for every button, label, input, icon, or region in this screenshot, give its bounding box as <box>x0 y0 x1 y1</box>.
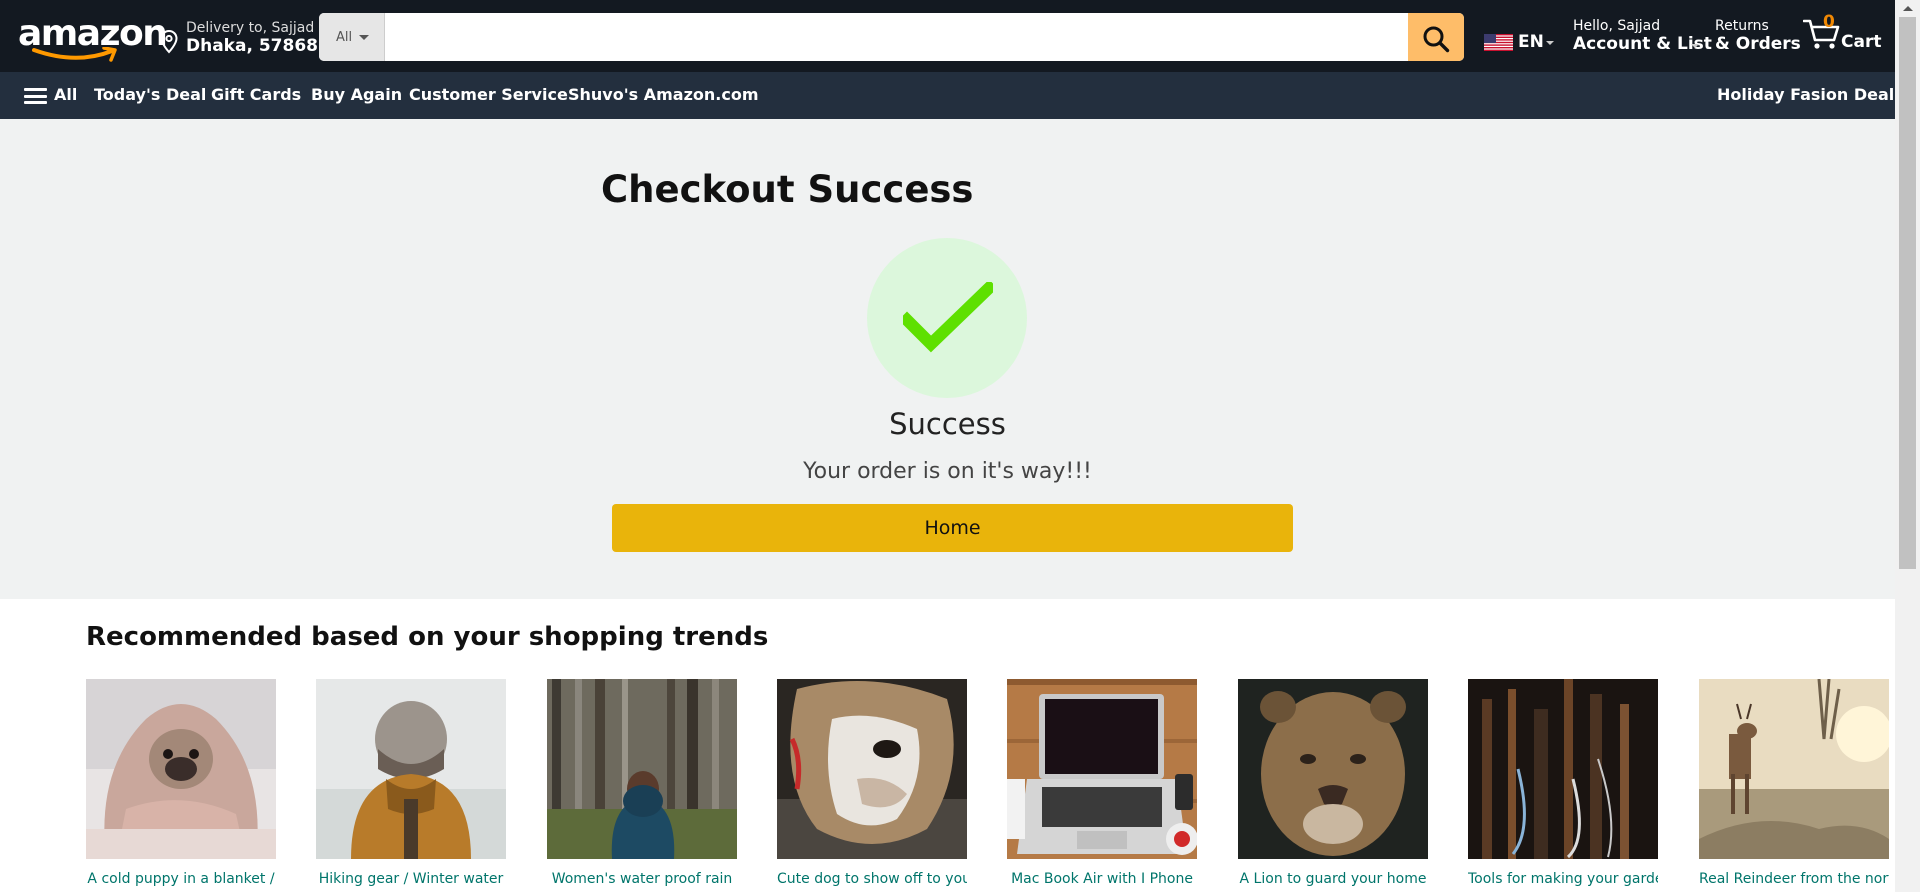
product-card[interactable]: Hiking gear / Winter water <box>316 679 506 887</box>
us-flag-icon <box>1484 34 1513 51</box>
delivery-label: Delivery to, Sajjad <box>186 20 315 36</box>
nav-link-buy-again[interactable]: Buy Again <box>311 85 402 104</box>
product-card[interactable]: Cute dog to show off to your <box>777 679 967 887</box>
product-image-laptop-on-desk[interactable] <box>1007 679 1197 859</box>
all-menu-label: All <box>54 85 78 104</box>
product-card[interactable]: Women's water proof rain <box>547 679 737 887</box>
nav-link-holiday-deals[interactable]: Holiday Fasion Deals <box>1717 85 1904 104</box>
language-code: EN <box>1518 32 1544 52</box>
product-caption[interactable]: Mac Book Air with I Phone <box>1007 871 1197 887</box>
nav-link-customer-service[interactable]: Customer Service <box>409 85 568 104</box>
page-title: Checkout Success <box>601 168 974 211</box>
product-caption[interactable]: Hiking gear / Winter water <box>316 871 506 887</box>
search-bar: All <box>319 13 1464 61</box>
checkout-success-section: Checkout Success Success Your order is o… <box>0 119 1895 599</box>
scroll-up-arrow-icon[interactable] <box>1895 0 1920 17</box>
search-category-select[interactable]: All <box>319 13 385 61</box>
product-caption[interactable]: Cute dog to show off to your <box>777 871 967 887</box>
account-greeting: Hello, Sajjad <box>1573 18 1661 34</box>
chevron-down-icon <box>1691 44 1699 48</box>
top-navbar: amazon Delivery to, Sajjad Dhaka, 57868 … <box>0 0 1895 72</box>
chevron-down-icon <box>1546 41 1554 45</box>
product-caption[interactable]: Real Reindeer from the north <box>1699 871 1889 887</box>
cart-icon <box>1803 19 1840 49</box>
cart-label: Cart <box>1841 32 1882 52</box>
product-card[interactable]: Mac Book Air with I Phone <box>1007 679 1197 887</box>
returns-label: Returns <box>1715 18 1769 34</box>
scrollbar-thumb[interactable] <box>1899 17 1916 569</box>
nav-link-todays-deal[interactable]: Today's Deal <box>94 85 206 104</box>
amazon-logo[interactable]: amazon <box>18 15 168 63</box>
secondary-navbar: All Today's Deal Gift Cards Buy Again Cu… <box>0 72 1904 119</box>
chevron-down-icon <box>359 35 369 40</box>
product-card[interactable]: Real Reindeer from the north <box>1699 679 1889 887</box>
checkmark-icon <box>903 282 993 353</box>
product-image-woman-in-forest[interactable] <box>547 679 737 859</box>
product-image-bulldog[interactable] <box>777 679 967 859</box>
cart-button[interactable]: 0 Cart <box>1803 12 1883 58</box>
returns-orders-link[interactable]: Returns & Orders <box>1715 18 1801 54</box>
recommended-section: Recommended based on your shopping trend… <box>0 599 1895 892</box>
product-card[interactable]: A cold puppy in a blanket / <box>86 679 276 887</box>
success-message: Your order is on it's way!!! <box>803 459 1092 484</box>
product-card[interactable]: A Lion to guard your home <box>1238 679 1428 887</box>
search-category-label: All <box>336 30 353 45</box>
product-image-garden-tools[interactable] <box>1468 679 1658 859</box>
success-heading: Success <box>889 407 1006 441</box>
search-button[interactable] <box>1408 13 1464 61</box>
product-image-person-in-beanie[interactable] <box>316 679 506 859</box>
delivery-address: Dhaka, 57868 <box>186 36 318 56</box>
smile-arrow-icon <box>32 47 117 62</box>
product-caption[interactable]: A cold puppy in a blanket / <box>86 871 276 887</box>
nav-link-shuvos-amazon[interactable]: Shuvo's Amazon.com <box>568 85 759 104</box>
product-image-deer-in-field[interactable] <box>1699 679 1889 859</box>
product-caption[interactable]: Women's water proof rain <box>547 871 737 887</box>
product-caption[interactable]: Tools for making your garden <box>1468 871 1658 887</box>
search-icon <box>1423 26 1450 53</box>
location-pin-icon <box>160 30 178 54</box>
hamburger-menu-icon <box>24 88 47 104</box>
success-badge <box>867 238 1027 398</box>
orders-label: & Orders <box>1715 34 1801 54</box>
cart-count: 0 <box>1823 12 1835 32</box>
home-button[interactable]: Home <box>612 504 1293 552</box>
page-scrollbar[interactable] <box>1895 0 1920 892</box>
product-image-lioness[interactable] <box>1238 679 1428 859</box>
product-caption[interactable]: A Lion to guard your home <box>1238 871 1428 887</box>
product-image-pug-in-blanket[interactable] <box>86 679 276 859</box>
nav-link-gift-cards[interactable]: Gift Cards <box>211 85 301 104</box>
product-card[interactable]: Tools for making your garden <box>1468 679 1658 887</box>
recommended-title: Recommended based on your shopping trend… <box>86 622 769 652</box>
account-menu[interactable]: Hello, Sajjad Account & List <box>1573 18 1712 54</box>
search-input[interactable] <box>385 13 1408 61</box>
